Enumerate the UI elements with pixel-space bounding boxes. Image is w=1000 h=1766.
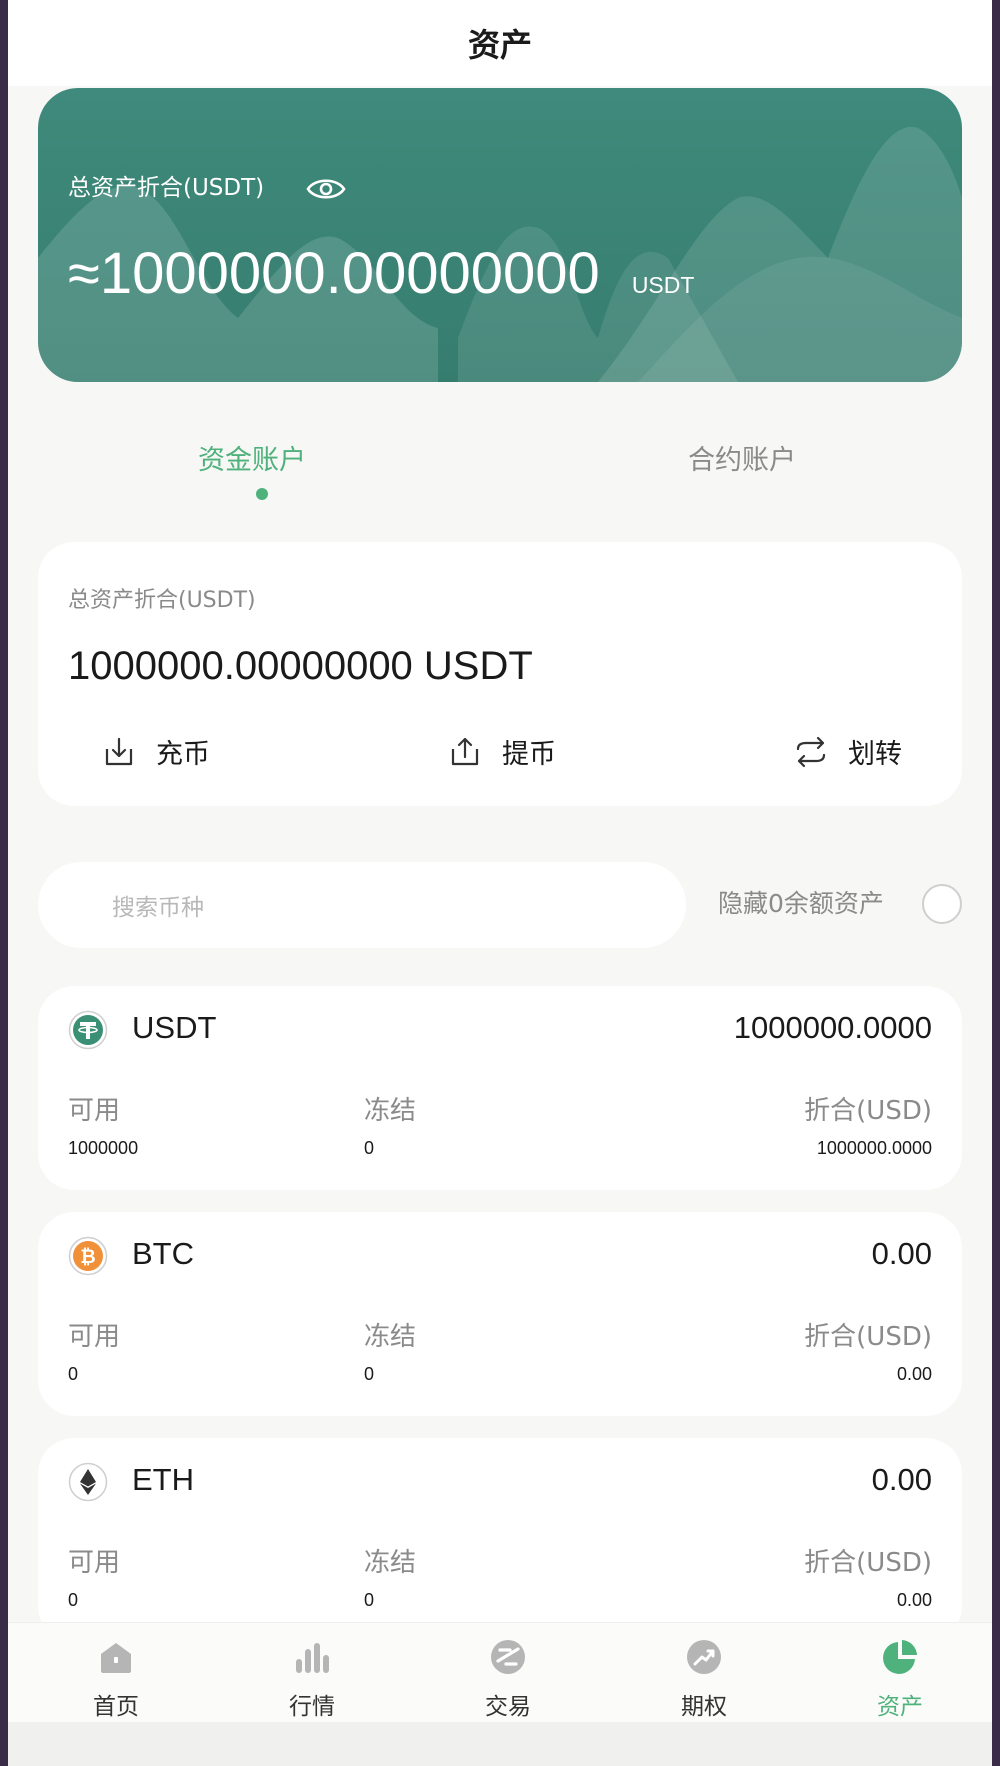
converted-value: 0.00	[896, 1364, 932, 1384]
transfer-icon	[796, 736, 826, 767]
tab-funding-account[interactable]: 资金账户	[198, 438, 306, 477]
search-input[interactable]: 搜索币种	[38, 862, 686, 948]
frozen-label: 冻结	[364, 1322, 417, 1352]
frozen-value: 0	[364, 1138, 375, 1158]
eth-logo-icon	[68, 1462, 108, 1502]
home-indicator-area	[8, 1722, 992, 1766]
upload-icon	[451, 737, 479, 765]
available-value: 0	[68, 1590, 79, 1610]
coin-card-eth[interactable]: ETH 0.00 可用 冻结 折合(USD) 0 0 0.00	[38, 1438, 962, 1642]
home-icon	[101, 1643, 131, 1673]
trade-icon	[491, 1640, 525, 1674]
page-header: 资产	[8, 0, 992, 86]
coin-name: BTC	[132, 1236, 194, 1271]
hide-zero-label: 隐藏0余额资产	[718, 889, 884, 918]
coin-name: ETH	[132, 1462, 194, 1497]
svg-text:₿: ₿	[80, 1246, 95, 1268]
frozen-label: 冻结	[364, 1096, 417, 1126]
available-value: 0	[68, 1364, 79, 1384]
pie-chart-icon	[883, 1640, 917, 1674]
search-placeholder: 搜索币种	[112, 895, 204, 921]
account-summary-card: 总资产折合(USDT) 1000000.00000000 USDT 充币 提币	[38, 542, 962, 806]
app-screen: 资产 总资产折合(USDT) ≈1000000.00000000 USDT 资金…	[8, 0, 992, 1766]
banner-amount-row: ≈1000000.00000000 USDT	[68, 240, 694, 307]
page-title: 资产	[467, 26, 532, 64]
coin-name: USDT	[132, 1010, 217, 1045]
coin-total: 0.00	[871, 1236, 932, 1271]
trend-up-icon	[687, 1640, 721, 1674]
withdraw-label: 提币	[502, 739, 556, 770]
tabbar-item-assets[interactable]: 资产	[840, 1637, 960, 1721]
transfer-button[interactable]: 划转	[794, 732, 902, 771]
hide-zero-toggle[interactable]	[922, 884, 962, 924]
available-label: 可用	[68, 1548, 121, 1578]
converted-value: 1000000.0000	[816, 1138, 932, 1158]
coin-total: 1000000.0000	[733, 1010, 932, 1045]
total-assets-banner: 总资产折合(USDT) ≈1000000.00000000 USDT	[38, 88, 962, 382]
banner-label: 总资产折合(USDT)	[68, 175, 265, 201]
withdraw-button[interactable]: 提币	[448, 732, 556, 771]
account-tabs: 资金账户 合约账户	[38, 420, 962, 500]
tabbar-item-options[interactable]: 期权	[644, 1637, 764, 1721]
eye-icon[interactable]	[306, 174, 346, 204]
converted-label: 折合(USD)	[804, 1548, 932, 1578]
coin-card-usdt[interactable]: USDT 1000000.0000 可用 冻结 折合(USD) 1000000 …	[38, 986, 962, 1190]
account-total-label: 总资产折合(USDT)	[68, 588, 256, 613]
tab-contract-account[interactable]: 合约账户	[688, 438, 796, 477]
active-tab-indicator	[256, 488, 268, 500]
account-actions: 充币 提币 划转	[38, 732, 962, 782]
frozen-value: 0	[364, 1364, 375, 1384]
coin-card-btc[interactable]: ₿ BTC 0.00 可用 冻结 折合(USD) 0 0 0.00	[38, 1212, 962, 1416]
banner-amount: ≈1000000.00000000	[68, 241, 600, 306]
bar-chart-icon	[296, 1643, 329, 1673]
available-label: 可用	[68, 1322, 121, 1352]
deposit-button[interactable]: 充币	[102, 732, 210, 771]
tabbar-item-market[interactable]: 行情	[252, 1637, 372, 1721]
tabbar-label: 首页	[93, 1694, 139, 1720]
btc-logo-icon: ₿	[68, 1236, 108, 1276]
tabbar-label: 资产	[877, 1694, 923, 1720]
converted-value: 0.00	[896, 1590, 932, 1610]
deposit-label: 充币	[156, 739, 210, 770]
available-label: 可用	[68, 1096, 121, 1126]
account-total-amount: 1000000.00000000 USDT	[68, 644, 533, 688]
tabbar-item-home[interactable]: 首页	[56, 1637, 176, 1721]
frozen-label: 冻结	[364, 1548, 417, 1578]
tabbar-label: 行情	[289, 1694, 335, 1720]
tabbar-label: 交易	[485, 1694, 531, 1720]
converted-label: 折合(USD)	[804, 1322, 932, 1352]
usdt-logo-icon	[68, 1010, 108, 1050]
frozen-value: 0	[364, 1590, 375, 1610]
converted-label: 折合(USD)	[804, 1096, 932, 1126]
mountain-background	[38, 126, 962, 382]
coin-total: 0.00	[871, 1462, 932, 1497]
transfer-label: 划转	[848, 739, 902, 770]
tabbar-item-trade[interactable]: 交易	[448, 1637, 568, 1721]
download-icon	[105, 737, 133, 765]
banner-unit: USDT	[631, 272, 695, 298]
tabbar-label: 期权	[681, 1694, 727, 1720]
available-value: 1000000	[68, 1138, 139, 1158]
